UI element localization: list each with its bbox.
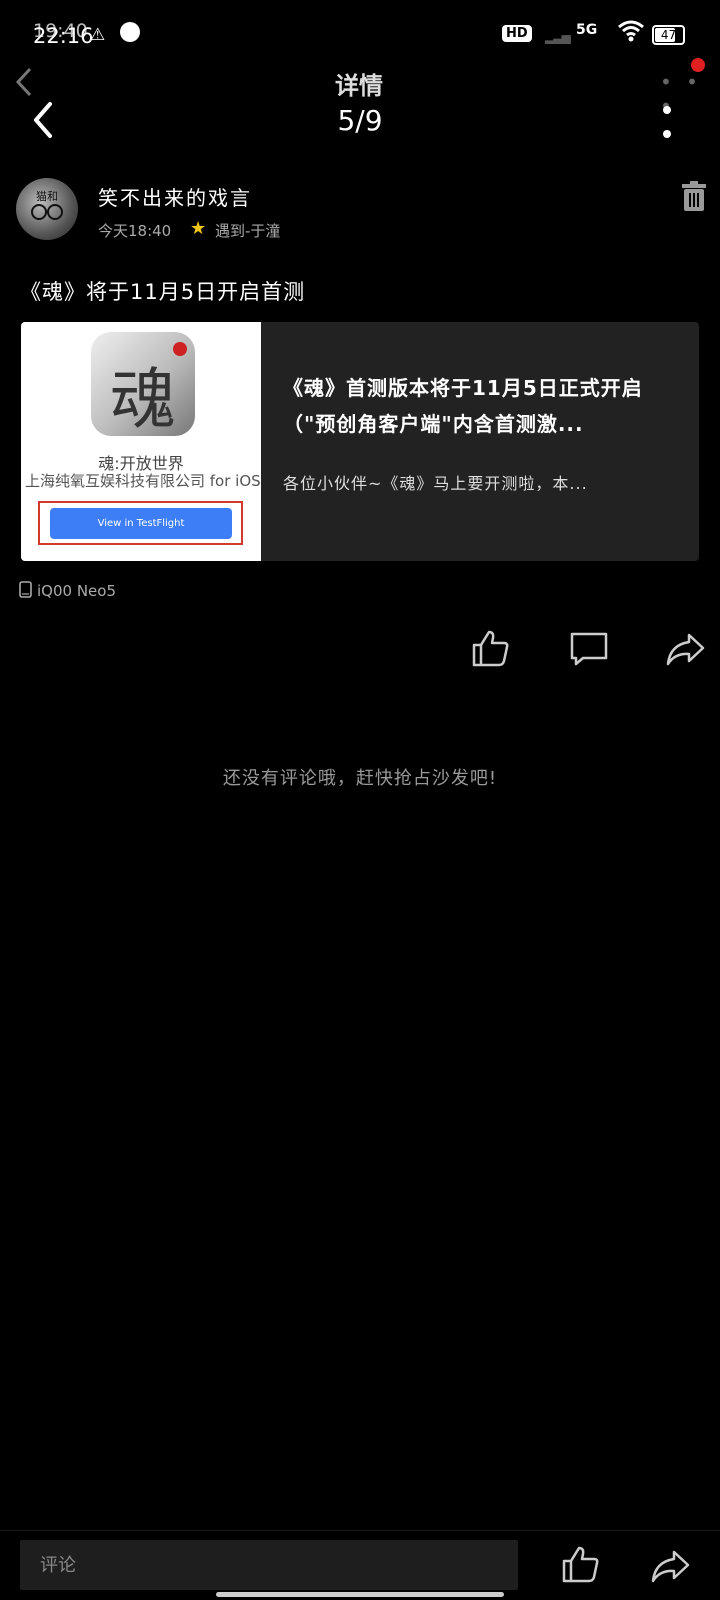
avatar[interactable]: 猫和 <box>16 178 78 240</box>
empty-comments-text: 还没有评论哦，赶快抢占沙发吧! <box>222 768 498 789</box>
page-counter: 5/9 <box>337 104 383 137</box>
thumbs-up-icon[interactable] <box>471 628 511 668</box>
thumbnail-company: 上海纯氧互娱科技有限公司 for iOS <box>25 472 261 490</box>
link-card-description: 各位小伙伴~《魂》马上要开测啦，本... <box>283 474 588 493</box>
warning-icon: ⚠ <box>90 25 106 45</box>
topic-tag[interactable]: 遇到-于潼 <box>215 220 280 241</box>
comment-input[interactable] <box>20 1540 518 1590</box>
phone-icon <box>19 581 32 598</box>
app-icon-glyph: 魂 <box>110 361 176 436</box>
ghost-back-icon <box>15 67 32 97</box>
author-name[interactable]: 笑不出来的戏言 <box>98 182 252 211</box>
battery-icon: 47 <box>652 25 685 45</box>
bottom-share-icon[interactable] <box>650 1547 690 1587</box>
hd-badge: HD <box>502 25 532 42</box>
link-card[interactable]: 魂 魂:开放世界 上海纯氧互娱科技有限公司 for iOS View in Te… <box>21 322 699 561</box>
star-icon: ★ <box>190 218 207 239</box>
status-time: 22:16 <box>33 24 94 48</box>
link-card-thumbnail: 魂 魂:开放世界 上海纯氧互娱科技有限公司 for iOS View in Te… <box>21 322 261 561</box>
app-icon: 魂 <box>91 332 195 436</box>
post-time: 今天18:40 <box>98 222 172 240</box>
bottom-thumbs-up-icon[interactable] <box>561 1544 601 1584</box>
battery-level: 47 <box>660 28 677 42</box>
more-vertical-icon[interactable] <box>652 103 682 143</box>
testflight-button: View in TestFlight <box>50 508 232 539</box>
ghost-page-title: 详情 <box>335 72 383 100</box>
notification-dot-icon <box>120 22 140 42</box>
share-icon[interactable] <box>665 630 705 670</box>
avatar-label: 猫和 <box>36 190 58 203</box>
home-indicator[interactable] <box>216 1592 504 1597</box>
post-title: 《魂》将于11月5日开启首测 <box>20 280 306 304</box>
signal-icon: 5G <box>576 22 598 38</box>
wifi-icon <box>618 20 644 42</box>
link-card-title: 《魂》首测版本将于11月5日正式开启（"预创角客户端"内含首测激... <box>283 376 643 436</box>
comment-icon[interactable] <box>569 630 609 670</box>
bottom-divider <box>0 1530 720 1531</box>
device-name: iQ00 Neo5 <box>37 582 116 600</box>
signal-weak-icon: ▂▃▅ <box>545 30 571 44</box>
notification-badge <box>691 58 705 72</box>
trash-icon[interactable] <box>681 181 707 213</box>
